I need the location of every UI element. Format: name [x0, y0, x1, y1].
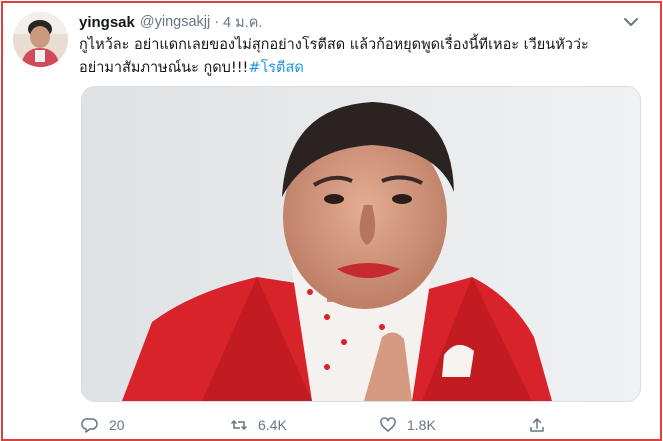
reply-icon	[81, 418, 98, 433]
like-icon	[380, 417, 396, 432]
tweet-text-line-2: อย่ามาสัมภาษณ์นะ กูดบ!!!#โรตีสด	[79, 57, 651, 80]
hashtag-link[interactable]: #โรตีสด	[248, 60, 303, 76]
retweet-count: 6.4K	[258, 417, 287, 433]
reply-count: 20	[109, 417, 125, 433]
avatar[interactable]	[13, 12, 68, 67]
reply-button[interactable]: 20	[81, 416, 125, 434]
like-count: 1.8K	[407, 417, 436, 433]
chevron-down-icon[interactable]	[622, 13, 640, 31]
tweet-text-line-1: กูไหว้ละ อย่าแดกเลยของไม่สุกอย่างโรตีสด …	[79, 37, 589, 53]
share-button[interactable]	[528, 416, 546, 434]
display-name[interactable]: yingsak	[79, 14, 135, 31]
timestamp[interactable]: 4 ม.ค.	[223, 11, 262, 34]
share-icon	[530, 418, 544, 432]
tweet-actions: 20 6.4K 1.8K	[81, 416, 641, 438]
tweet-text-line-2-body: อย่ามาสัมภาษณ์นะ กูดบ!!!	[79, 60, 249, 76]
tweet-text: กูไหว้ละ อย่าแดกเลยของไม่สุกอย่างโรตีสด …	[79, 34, 651, 80]
retweet-icon	[230, 419, 248, 431]
separator-dot: ·	[214, 14, 220, 30]
tweet-header: yingsak @yingsakjj · 4 ม.ค.	[79, 12, 262, 32]
like-button[interactable]: 1.8K	[379, 416, 436, 434]
user-handle[interactable]: @yingsakjj	[140, 14, 210, 30]
tweet-photo[interactable]	[81, 86, 641, 402]
retweet-button[interactable]: 6.4K	[230, 416, 287, 434]
